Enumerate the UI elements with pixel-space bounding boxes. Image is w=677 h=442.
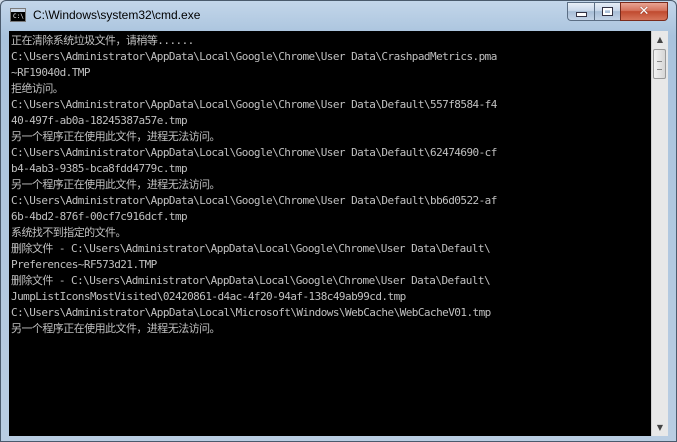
console-line: 删除文件 - C:\Users\Administrator\AppData\Lo… bbox=[11, 242, 491, 255]
cmd-app-icon[interactable]: C:\ bbox=[10, 8, 26, 22]
console-line: 拒绝访问。 bbox=[11, 82, 64, 95]
minimize-button[interactable] bbox=[567, 2, 594, 21]
maximize-button[interactable] bbox=[594, 2, 620, 21]
vertical-scrollbar[interactable]: ▲ ▼ bbox=[651, 31, 668, 436]
console-line: 删除文件 - C:\Users\Administrator\AppData\Lo… bbox=[11, 274, 491, 287]
close-button[interactable]: ✕ bbox=[620, 2, 668, 21]
close-icon: ✕ bbox=[638, 4, 650, 19]
console-line: Preferences~RF573d21.TMP bbox=[11, 258, 157, 271]
maximize-icon bbox=[602, 7, 613, 16]
scrollbar-grip-icon bbox=[657, 61, 662, 70]
console-line: b4-4ab3-9385-bca8fdd4779c.tmp bbox=[11, 162, 188, 175]
minimize-icon bbox=[575, 12, 587, 17]
console-line: C:\Users\Administrator\AppData\Local\Goo… bbox=[11, 50, 497, 63]
console-line: 6b-4bd2-876f-00cf7c916dcf.tmp bbox=[11, 210, 188, 223]
console-line: 另一个程序正在使用此文件，进程无法访问。 bbox=[11, 322, 221, 335]
console-line: 40-497f-ab0a-18245387a57e.tmp bbox=[11, 114, 188, 127]
scroll-up-arrow-icon[interactable]: ▲ bbox=[652, 31, 668, 48]
console-line: 正在清除系统垃圾文件，请稍等...... bbox=[11, 34, 194, 47]
console-lines: 正在清除系统垃圾文件，请稍等...... C:\Users\Administrat… bbox=[11, 33, 497, 337]
console-line: C:\Users\Administrator\AppData\Local\Goo… bbox=[11, 98, 497, 111]
console-line: C:\Users\Administrator\AppData\Local\Goo… bbox=[11, 146, 497, 159]
console-line: C:\Users\Administrator\AppData\Local\Goo… bbox=[11, 194, 497, 207]
console-line: 系统找不到指定的文件。 bbox=[11, 226, 127, 239]
console-line: C:\Users\Administrator\AppData\Local\Mic… bbox=[11, 306, 491, 319]
console-line: 另一个程序正在使用此文件，进程无法访问。 bbox=[11, 178, 221, 191]
cmd-app-icon-label: C:\ bbox=[13, 13, 24, 20]
scrollbar-thumb[interactable] bbox=[653, 49, 666, 79]
console-output[interactable]: 正在清除系统垃圾文件，请稍等...... C:\Users\Administrat… bbox=[9, 31, 651, 436]
console-line: JumpListIconsMostVisited\02420861-d4ac-4… bbox=[11, 290, 406, 303]
scroll-down-arrow-icon[interactable]: ▼ bbox=[652, 419, 668, 436]
title-bar[interactable]: C:\ C:\Windows\system32\cmd.exe ✕ bbox=[1, 1, 676, 31]
cmd-window: C:\ C:\Windows\system32\cmd.exe ✕ 正在清除系统… bbox=[0, 0, 677, 442]
window-title: C:\Windows\system32\cmd.exe bbox=[33, 8, 201, 22]
console-line: ~RF19040d.TMP bbox=[11, 66, 91, 79]
console-line: 另一个程序正在使用此文件，进程无法访问。 bbox=[11, 130, 221, 143]
